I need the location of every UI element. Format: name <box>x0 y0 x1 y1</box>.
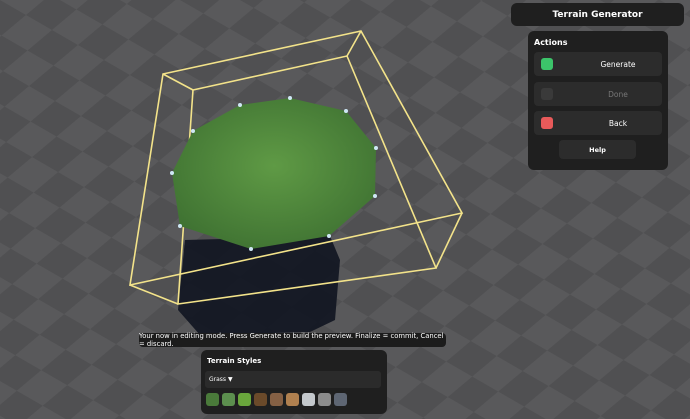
swatch-row <box>206 393 347 406</box>
done-label: Done <box>608 89 628 99</box>
back-color-icon <box>541 117 553 129</box>
style-selected: Grass <box>209 376 227 383</box>
hint-tooltip: Your now in editing mode. Press Generate… <box>139 332 446 348</box>
help-button[interactable]: Help <box>559 140 636 159</box>
color-swatch-1[interactable] <box>206 393 219 406</box>
styles-heading: Terrain Styles <box>207 357 262 365</box>
done-color-icon <box>541 88 553 100</box>
back-label: Back <box>608 118 628 128</box>
title-bar: Terrain Generator <box>511 3 684 26</box>
color-swatch-7[interactable] <box>302 393 315 406</box>
generate-color-icon <box>541 58 553 70</box>
done-button[interactable]: Done <box>534 82 662 106</box>
color-swatch-4[interactable] <box>254 393 267 406</box>
actions-heading: Actions <box>534 38 568 47</box>
color-swatch-9[interactable] <box>334 393 347 406</box>
style-dropdown[interactable]: Grass ▼ <box>205 371 381 388</box>
terrain-styles-panel: Terrain Styles Grass ▼ <box>201 350 387 414</box>
color-swatch-3[interactable] <box>238 393 251 406</box>
color-swatch-8[interactable] <box>318 393 331 406</box>
actions-panel: Actions Generate Done Back Help <box>528 31 668 170</box>
color-swatch-2[interactable] <box>222 393 235 406</box>
generate-label: Generate <box>600 59 636 69</box>
color-swatch-6[interactable] <box>286 393 299 406</box>
color-swatch-5[interactable] <box>270 393 283 406</box>
dropdown-arrow-icon: ▼ <box>227 376 233 383</box>
generate-button[interactable]: Generate <box>534 52 662 76</box>
back-button[interactable]: Back <box>534 111 662 135</box>
